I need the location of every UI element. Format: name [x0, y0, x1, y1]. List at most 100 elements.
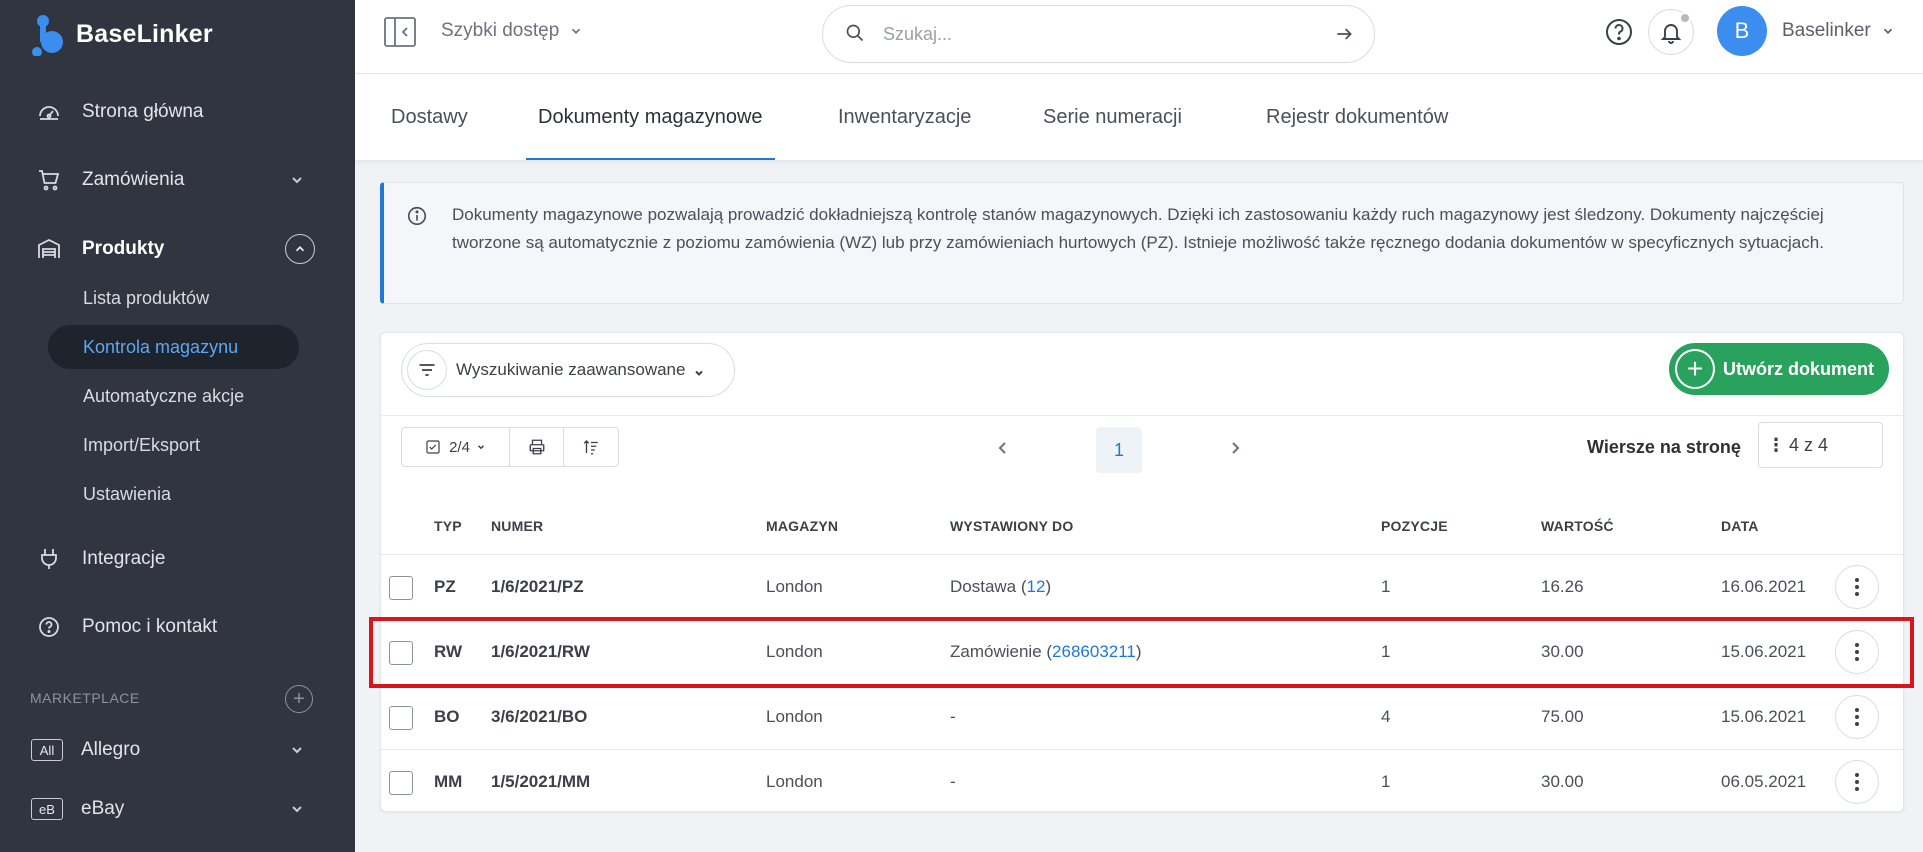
row-checkbox[interactable]	[389, 706, 413, 730]
documents-card: Wyszukiwanie zaawansowane + Utwórz dokum…	[380, 332, 1905, 814]
row-checkbox[interactable]	[389, 771, 413, 795]
issued-link[interactable]: 268603211	[1052, 642, 1136, 661]
column-header-date[interactable]: DATA	[1721, 518, 1759, 534]
row-actions-button[interactable]	[1835, 630, 1879, 674]
row-actions-button[interactable]	[1835, 760, 1879, 804]
chevron-down-icon	[1883, 28, 1892, 34]
tab-numbering-series[interactable]: Serie numeracji	[1031, 74, 1194, 160]
chevron-down-icon	[289, 801, 305, 817]
cell-value: 75.00	[1541, 707, 1584, 726]
issued-link[interactable]: 12	[1027, 577, 1046, 596]
sidebar-subitem-import-export[interactable]: Import/Eksport	[48, 423, 299, 467]
plug-icon	[36, 546, 62, 572]
table-row[interactable]: BO 3/6/2021/BO London - 4 75.00 15.06.20…	[381, 684, 1905, 749]
add-marketplace-icon[interactable]: +	[285, 685, 313, 713]
more-vertical-icon: ⋮	[1767, 435, 1785, 455]
tab-deliveries[interactable]: Dostawy	[379, 74, 480, 160]
help-icon[interactable]	[1604, 17, 1634, 47]
table-row[interactable]: RW 1/6/2021/RW London Zamówienie (268603…	[381, 619, 1905, 684]
cell-number[interactable]: 1/6/2021/RW	[491, 642, 590, 662]
user-name-label: Baselinker	[1782, 20, 1871, 41]
divider	[381, 415, 1905, 416]
sidebar: BaseLinker Strona główna Zamówienia Prod…	[0, 0, 355, 852]
select-rows-button[interactable]: 2/4	[402, 428, 510, 466]
issued-suffix: )	[1135, 642, 1142, 661]
notification-dot	[1679, 12, 1691, 24]
sort-button[interactable]	[564, 428, 618, 466]
table-row[interactable]: MM 1/5/2021/MM London - 1 30.00 06.05.20…	[381, 749, 1905, 814]
print-button[interactable]	[510, 428, 564, 466]
issued-suffix: )	[1045, 577, 1052, 596]
sidebar-subitem-settings[interactable]: Ustawienia	[48, 472, 299, 516]
search-input[interactable]	[883, 23, 1313, 45]
printer-icon	[529, 439, 544, 455]
sidebar-subitem-product-list[interactable]: Lista produktów	[48, 276, 299, 320]
sidebar-item-label: Integracje	[82, 548, 166, 569]
sidebar-item-label: eBay	[81, 798, 125, 819]
tab-inventory[interactable]: Inwentaryzacje	[826, 74, 983, 160]
sidebar-item-products[interactable]: Produkty	[0, 224, 355, 274]
advanced-search-button[interactable]: Wyszukiwanie zaawansowane	[401, 343, 735, 397]
bell-icon	[1660, 24, 1682, 44]
row-checkbox[interactable]	[389, 576, 413, 600]
user-menu[interactable]: Baselinker	[1782, 20, 1895, 42]
cell-number[interactable]: 1/6/2021/PZ	[491, 577, 584, 597]
pagination: 1	[994, 427, 1294, 473]
allegro-badge-icon: All	[31, 739, 63, 761]
chevron-up-icon[interactable]	[285, 234, 315, 264]
sidebar-item-integrations[interactable]: Integracje	[0, 534, 355, 584]
create-document-button[interactable]: + Utwórz dokument	[1669, 343, 1889, 395]
brand-logo[interactable]: BaseLinker	[30, 12, 213, 56]
sidebar-item-orders[interactable]: Zamówienia	[0, 155, 355, 205]
column-header-warehouse[interactable]: MAGAZYN	[766, 518, 838, 534]
sidebar-item-help[interactable]: Pomoc i kontakt	[0, 602, 355, 652]
row-checkbox[interactable]	[389, 641, 413, 665]
sidebar-item-ebay[interactable]: eB eBay	[0, 784, 355, 834]
cell-warehouse: London	[766, 642, 823, 661]
cell-issued-to: -	[950, 772, 956, 792]
row-actions-button[interactable]	[1835, 565, 1879, 609]
plus-icon: +	[1675, 349, 1715, 389]
cell-number[interactable]: 3/6/2021/BO	[491, 707, 587, 727]
column-header-number[interactable]: NUMER	[491, 518, 543, 534]
chevron-right-icon[interactable]	[1226, 439, 1246, 459]
cell-issued-to: Zamówienie (268603211)	[950, 642, 1142, 662]
column-header-value[interactable]: WARTOŚĆ	[1541, 518, 1614, 534]
chevron-down-icon	[572, 28, 581, 34]
issued-prefix: Zamówienie (	[950, 642, 1053, 661]
tab-warehouse-documents[interactable]: Dokumenty magazynowe	[526, 74, 775, 160]
sidebar-item-allegro[interactable]: All Allegro	[0, 725, 355, 775]
cell-value: 16.26	[1541, 577, 1584, 596]
baselinker-logo-icon	[32, 15, 63, 56]
cell-number[interactable]: 1/5/2021/MM	[491, 772, 590, 792]
cell-issued-to: -	[950, 707, 956, 727]
avatar[interactable]: B	[1717, 6, 1767, 56]
sidebar-subitem-label: Lista produktów	[83, 287, 210, 308]
column-header-positions[interactable]: POZYCJE	[1381, 518, 1448, 534]
quick-access-dropdown[interactable]: Szybki dostęp	[441, 20, 583, 42]
cell-type: PZ	[434, 577, 456, 596]
chevron-left-icon[interactable]	[994, 439, 1014, 459]
notifications-button[interactable]	[1648, 9, 1694, 55]
sidebar-subitem-warehouse-control[interactable]: Kontrola magazynu	[48, 325, 299, 369]
sidebar-subitem-label: Import/Eksport	[83, 434, 201, 455]
page-number-current[interactable]: 1	[1096, 427, 1142, 473]
rows-per-page-select[interactable]: ⋮ 4 z 4	[1758, 422, 1883, 468]
cell-value: 30.00	[1541, 772, 1584, 791]
sidebar-subitem-automatic-actions[interactable]: Automatyczne akcje	[48, 374, 299, 418]
arrow-right-icon[interactable]	[1334, 24, 1354, 44]
quick-access-label: Szybki dostęp	[441, 20, 560, 41]
more-vertical-icon	[1855, 578, 1859, 596]
cart-icon	[36, 167, 62, 193]
cell-date: 15.06.2021	[1721, 707, 1807, 726]
column-header-type[interactable]: TYP	[434, 518, 462, 534]
search-icon	[845, 23, 867, 45]
sidebar-item-home[interactable]: Strona główna	[0, 87, 355, 137]
table-toolbar: 2/4	[401, 427, 619, 467]
sidebar-toggle-icon[interactable]	[383, 16, 417, 48]
tab-document-register[interactable]: Rejestr dokumentów	[1254, 74, 1460, 160]
row-actions-button[interactable]	[1835, 695, 1879, 739]
chevron-down-icon	[289, 172, 305, 188]
column-header-issued-to[interactable]: WYSTAWIONY DO	[950, 518, 1073, 534]
table-row[interactable]: PZ 1/6/2021/PZ London Dostawa (12) 1 16.…	[381, 554, 1905, 619]
